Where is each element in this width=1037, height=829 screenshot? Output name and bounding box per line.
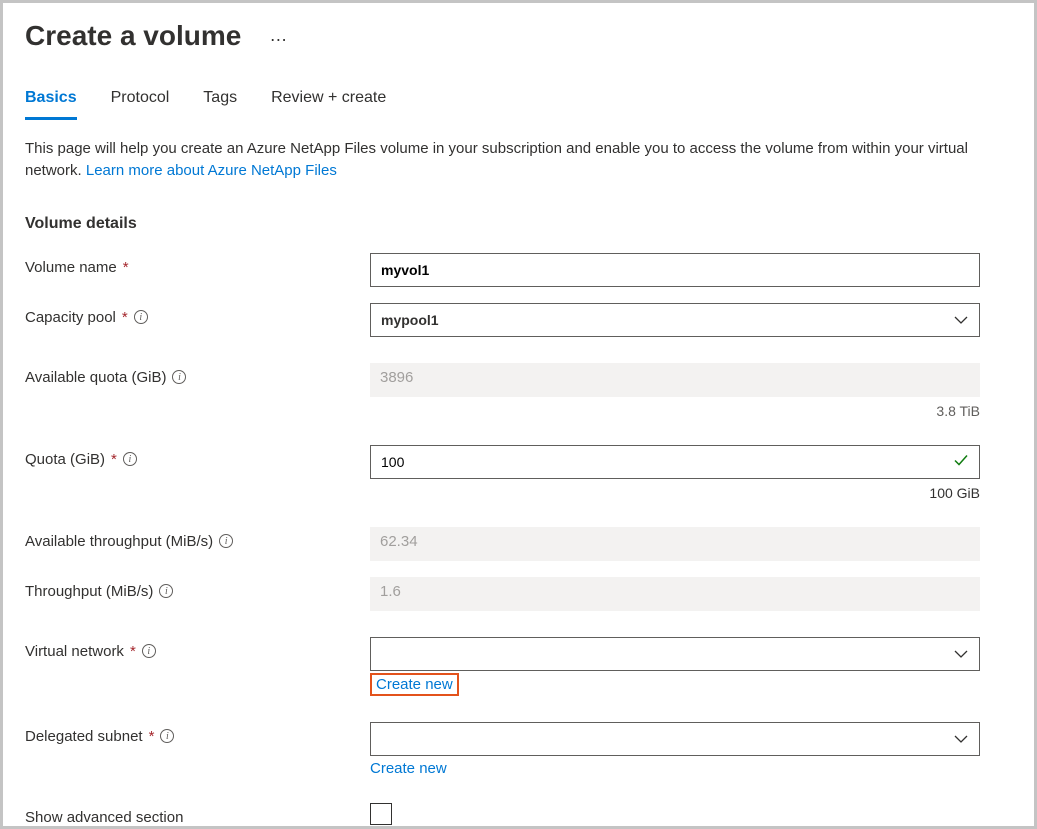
info-icon[interactable]: i: [159, 584, 173, 598]
section-volume-details: Volume details: [25, 215, 1012, 233]
info-icon[interactable]: i: [123, 452, 137, 466]
show-advanced-checkbox[interactable]: [370, 803, 392, 825]
quota-input[interactable]: [370, 445, 980, 479]
label-show-advanced: Show advanced section: [25, 809, 183, 826]
label-available-throughput: Available throughput (MiB/s): [25, 533, 213, 550]
tab-basics[interactable]: Basics: [25, 83, 77, 120]
tab-protocol[interactable]: Protocol: [111, 83, 170, 119]
available-quota-display: 3896: [370, 363, 980, 397]
required-marker: *: [123, 259, 129, 276]
tab-bar: Basics Protocol Tags Review + create: [25, 83, 1012, 120]
available-quota-hint: 3.8 TiB: [370, 403, 980, 419]
capacity-pool-select[interactable]: mypool1: [370, 303, 980, 337]
chevron-down-icon: [953, 731, 969, 747]
info-icon[interactable]: i: [219, 534, 233, 548]
info-icon[interactable]: i: [172, 370, 186, 384]
info-icon[interactable]: i: [142, 644, 156, 658]
page-title: Create a volume: [25, 19, 241, 53]
capacity-pool-value: mypool1: [381, 312, 439, 328]
label-virtual-network: Virtual network: [25, 643, 124, 660]
delegated-subnet-select[interactable]: [370, 722, 980, 756]
chevron-down-icon: [953, 312, 969, 328]
intro-text: This page will help you create an Azure …: [25, 138, 1005, 183]
tab-review-create[interactable]: Review + create: [271, 83, 386, 119]
label-delegated-subnet: Delegated subnet: [25, 728, 143, 745]
virtual-network-select[interactable]: [370, 637, 980, 671]
create-new-vnet-link[interactable]: Create new: [370, 673, 459, 696]
tab-tags[interactable]: Tags: [203, 83, 237, 119]
label-capacity-pool: Capacity pool: [25, 309, 116, 326]
label-throughput: Throughput (MiB/s): [25, 583, 153, 600]
learn-more-link[interactable]: Learn more about Azure NetApp Files: [86, 162, 337, 179]
label-volume-name: Volume name: [25, 259, 117, 276]
available-throughput-display: 62.34: [370, 527, 980, 561]
label-quota: Quota (GiB): [25, 451, 105, 468]
create-new-subnet-link[interactable]: Create new: [370, 760, 447, 777]
info-icon[interactable]: i: [160, 729, 174, 743]
quota-hint: 100 GiB: [370, 485, 980, 501]
chevron-down-icon: [953, 646, 969, 662]
required-marker: *: [122, 309, 128, 326]
more-actions-icon[interactable]: …: [265, 21, 293, 50]
checkmark-icon: [952, 451, 970, 472]
required-marker: *: [111, 451, 117, 468]
throughput-display: 1.6: [370, 577, 980, 611]
volume-name-input[interactable]: [370, 253, 980, 287]
label-available-quota: Available quota (GiB): [25, 369, 166, 386]
required-marker: *: [130, 643, 136, 660]
required-marker: *: [149, 728, 155, 745]
info-icon[interactable]: i: [134, 310, 148, 324]
